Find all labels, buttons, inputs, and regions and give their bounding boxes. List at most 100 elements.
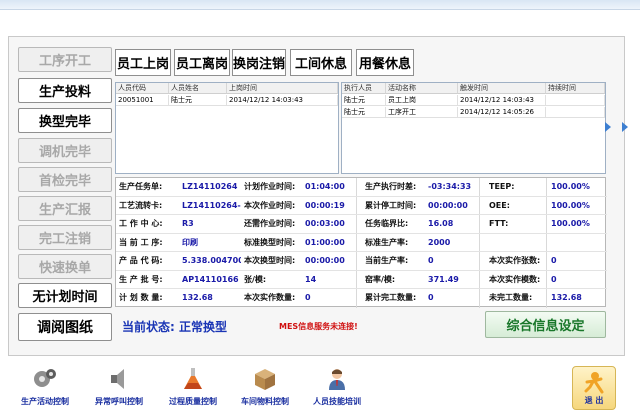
info-value: 00:00:19 xyxy=(305,200,345,210)
running-figure-icon xyxy=(584,372,604,394)
nav-label: 生产活动控制 xyxy=(21,397,69,406)
meal-break-button[interactable]: 用餐休息 xyxy=(356,49,414,76)
info-label: 计划作业时间: xyxy=(244,182,296,191)
info-label: 本次实作数量: xyxy=(244,293,296,302)
activity-grid-cell[interactable]: 员工上岗 xyxy=(386,95,458,106)
info-value: 0 xyxy=(305,293,311,302)
info-label: 本次换型时间: xyxy=(244,256,296,265)
staff-on-duty-button[interactable]: 员工上岗 xyxy=(115,49,171,76)
info-row: 生 产 批 号: AP14110166 张/模: 14 窑率/模: 371.49… xyxy=(116,271,607,289)
info-value: 132.68 xyxy=(182,293,213,302)
info-label: FTT: xyxy=(489,219,509,228)
nav-production-activity[interactable]: 生产活动控制 xyxy=(14,366,76,414)
staff-grid-header: 人员姓名 xyxy=(169,83,227,94)
start-process-button[interactable]: 工序开工 xyxy=(18,47,112,72)
info-label: 张/模: xyxy=(244,274,267,284)
activity-grid-cell[interactable]: 2014/12/12 14:05:26 xyxy=(458,107,546,118)
work-break-button[interactable]: 工间休息 xyxy=(290,49,352,76)
info-value: -03:34:33 xyxy=(428,182,472,191)
current-status: 当前状态: 正常换型 xyxy=(122,320,227,334)
info-value: LZ14110264-( xyxy=(182,200,241,210)
activity-grid-cell[interactable]: 陆士元 xyxy=(342,107,386,118)
activity-grid-header: 活动名称 xyxy=(386,83,458,94)
production-info-table: 生产任务单: LZ14110264 计划作业时间: 01:04:00 生产执行时… xyxy=(115,177,607,308)
info-label: 累计完工数量: xyxy=(365,293,417,302)
scroll-right-arrow-icon[interactable] xyxy=(622,122,628,132)
info-value: R3 xyxy=(182,219,194,228)
info-label: 还需作业时间: xyxy=(244,219,296,228)
nav-workshop-material[interactable]: 车间物料控制 xyxy=(234,366,296,414)
info-label: TEEP: xyxy=(489,182,515,191)
info-label: 本次实作模数: xyxy=(489,274,541,284)
info-value: 00:00:00 xyxy=(428,200,468,210)
activity-grid-cell[interactable]: 陆士元 xyxy=(342,95,386,106)
activity-grid-cell[interactable]: 2014/12/12 14:03:43 xyxy=(458,95,546,106)
activity-grid-cell[interactable]: 工序开工 xyxy=(386,107,458,118)
info-row: 生产任务单: LZ14110264 计划作业时间: 01:04:00 生产执行时… xyxy=(116,178,607,197)
info-row: 当 前 工 序: 印刷 标准换型时间: 01:00:00 标准生产率: 2000 xyxy=(116,234,607,252)
activity-grid-cell[interactable] xyxy=(546,95,605,106)
info-value: 132.68 xyxy=(551,293,582,302)
info-label: 生产执行时差: xyxy=(365,182,417,191)
info-row: 工艺流转卡: LZ14110264-( 本次作业时间: 00:00:19 累计停… xyxy=(116,197,607,215)
info-label: 本次实作张数: xyxy=(489,256,541,265)
info-label: 生产任务单: xyxy=(119,182,163,191)
nav-process-quality[interactable]: 过程质量控制 xyxy=(162,366,224,414)
scroll-right-arrow-icon[interactable] xyxy=(605,122,611,132)
staff-grid-header: 人员代码 xyxy=(116,83,169,94)
staff-off-duty-button[interactable]: 员工离岗 xyxy=(174,49,230,76)
window-top-bar xyxy=(0,0,640,10)
person-icon xyxy=(329,369,345,390)
production-report-button[interactable]: 生产汇报 xyxy=(18,196,112,221)
info-label: 当 前 工 序: xyxy=(119,237,163,247)
exit-button[interactable]: 退 出 xyxy=(572,366,616,410)
nav-staff-training[interactable]: 人员技能培训 xyxy=(306,366,368,414)
staff-grid: 人员代码 人员姓名 上岗时间 20051001 陆士元 2014/12/12 1… xyxy=(115,82,339,174)
activity-grid-cell[interactable] xyxy=(546,107,605,118)
first-inspection-button[interactable]: 首检完毕 xyxy=(18,167,112,192)
info-label: 本次作业时间: xyxy=(244,200,296,210)
material-feed-button[interactable]: 生产投料 xyxy=(18,78,112,103)
completion-cancel-button[interactable]: 完工注销 xyxy=(18,225,112,250)
nav-label: 异常呼叫控制 xyxy=(95,397,143,406)
nav-label: 人员技能培训 xyxy=(313,397,361,406)
info-label: 累计停工时间: xyxy=(365,200,417,210)
info-value: 2000 xyxy=(428,237,451,247)
quick-change-order-button[interactable]: 快速换单 xyxy=(18,254,112,279)
staff-grid-cell[interactable]: 20051001 xyxy=(116,95,169,106)
info-value: 00:03:00 xyxy=(305,219,345,228)
activity-grid-header: 执行人员 xyxy=(342,83,386,94)
info-label: 计 划 数 量: xyxy=(119,293,163,302)
info-row: 产 品 代 码: 5.338.004700 本次换型时间: 00:00:00 当… xyxy=(116,252,607,271)
nav-label: 过程质量控制 xyxy=(169,397,217,406)
staff-grid-cell[interactable]: 陆士元 xyxy=(169,95,227,106)
info-value: 0 xyxy=(551,256,557,265)
nav-exception-call[interactable]: 异常呼叫控制 xyxy=(88,366,150,414)
info-value: 0 xyxy=(428,256,434,265)
mes-connection-warning: MES信息服务未连接! xyxy=(279,322,358,331)
shift-cancel-button[interactable]: 换岗注销 xyxy=(232,49,286,76)
info-value: 100.00% xyxy=(551,200,590,210)
unplanned-time-button[interactable]: 无计划时间 xyxy=(18,283,112,308)
changeover-done-button[interactable]: 换型完毕 xyxy=(18,108,112,133)
integrated-settings-button[interactable]: 综合信息设定 xyxy=(485,311,606,338)
info-value: 5.338.004700 xyxy=(182,256,241,265)
info-value: 0 xyxy=(428,293,434,302)
exit-label: 退 出 xyxy=(584,396,604,405)
info-label: 产 品 代 码: xyxy=(119,256,163,265)
gears-icon xyxy=(34,369,56,387)
tuning-done-button[interactable]: 调机完毕 xyxy=(18,138,112,163)
info-label: 当前生产率: xyxy=(365,256,409,265)
info-label: 工艺流转卡: xyxy=(119,200,163,210)
box-icon xyxy=(255,369,275,390)
info-label xyxy=(486,234,546,252)
view-drawings-button[interactable]: 调阅图纸 xyxy=(18,313,112,341)
staff-grid-cell[interactable]: 2014/12/12 14:03:43 xyxy=(227,95,338,106)
info-value: 0 xyxy=(551,274,557,284)
info-label: 任务临界比: xyxy=(365,219,409,228)
info-label: 窑率/模: xyxy=(365,274,396,284)
info-label: 标准生产率: xyxy=(365,237,409,247)
info-row: 计 划 数 量: 132.68 本次实作数量: 0 累计完工数量: 0 未完工数… xyxy=(116,289,607,308)
info-label: OEE: xyxy=(489,200,510,210)
info-label: 未完工数量: xyxy=(489,293,533,302)
